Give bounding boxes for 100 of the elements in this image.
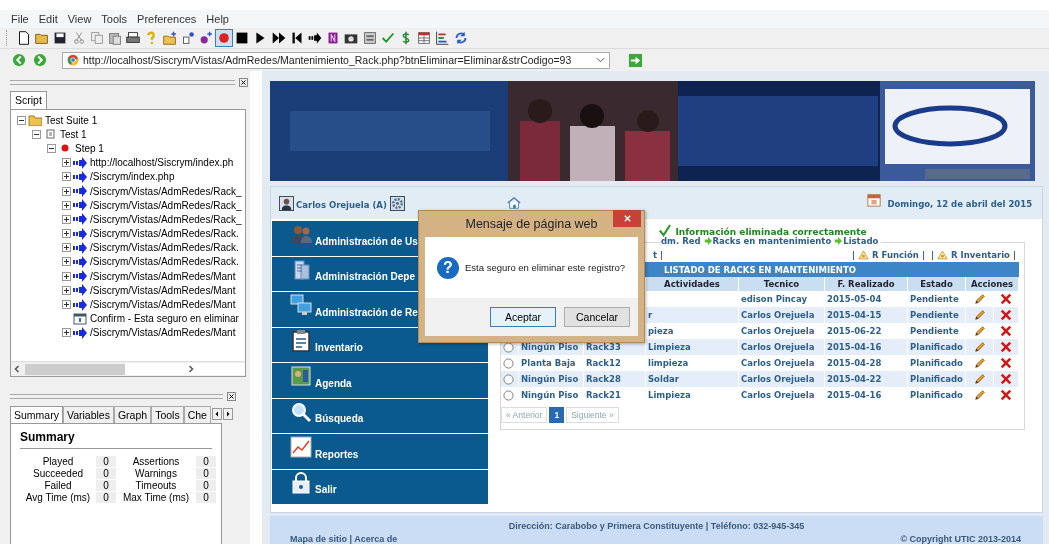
caret-icon[interactable] [596,57,605,63]
close-icon[interactable] [239,77,248,87]
table-cell: 2015-06-22 [827,326,882,336]
breadcrumb-link[interactable]: Listado [843,236,879,246]
report-link[interactable]: t | [653,250,664,260]
breadcrumb-link[interactable]: dm. Red [661,236,701,246]
pencil-icon[interactable] [973,309,986,321]
scroll-left-icon[interactable] [211,408,222,420]
pencil-icon[interactable] [973,325,986,337]
gear-icon[interactable] [389,195,405,211]
tree-item[interactable]: /Siscrym/Vistas/AdmRedes/Rack. [90,256,239,268]
stat-label: Failed [43,480,73,491]
copyright-text: © Copyright UTIC 2013-2014 [900,534,1022,544]
collapse-icon[interactable] [32,129,41,139]
pencil-icon[interactable] [973,341,986,353]
delete-icon[interactable] [1000,293,1012,305]
back-icon[interactable] [12,53,26,67]
tree-item[interactable]: Test Suite 1 [45,114,98,126]
radio-button[interactable] [503,389,514,401]
tree-item[interactable]: /Siscrym/Vistas/AdmRedes/Rack. [90,228,239,240]
nav-menu-item[interactable]: Búsqueda [272,398,488,433]
tree-item[interactable]: http://localhost/Siscrym/index.ph [90,157,234,169]
delete-icon[interactable] [1000,325,1012,337]
close-icon[interactable] [227,391,236,401]
delete-icon[interactable] [1000,357,1012,369]
go-icon[interactable] [628,52,643,68]
nav-menu-item[interactable]: Reportes [272,434,488,469]
tree-item[interactable]: /Siscrym/Vistas/AdmRedes/Rack_ [90,199,242,211]
expand-icon[interactable] [62,229,71,239]
footer-links[interactable]: Mapa de sitio | Acerca de [290,534,398,544]
panel-tab[interactable]: Variables [62,406,114,423]
user-icon [279,195,294,211]
expand-icon[interactable] [62,328,71,338]
pencil-icon[interactable] [973,293,986,305]
delete-icon[interactable] [1000,309,1012,321]
arrow-icon [73,227,87,240]
dialog-button[interactable]: Aceptar [490,307,556,327]
breadcrumb-link[interactable]: Racks en mantenimiento [712,236,832,246]
expand-icon[interactable] [62,172,71,182]
delete-icon[interactable] [1000,341,1012,353]
pencil-icon[interactable] [973,373,986,385]
close-button[interactable] [613,210,641,227]
expand-icon[interactable] [62,200,71,210]
home-icon[interactable] [506,196,521,210]
menu-item[interactable]: File [11,13,29,25]
table-cell: edison Pincay [741,294,807,304]
expand-icon[interactable] [62,285,71,295]
collapse-icon[interactable] [17,115,26,125]
url-field[interactable]: http://localhost/Siscrym/Vistas/AdmRedes/Mantenimiento_Rack.php?btnEliminar=Eliminar&strCodigo=93 [62,51,610,69]
pencil-icon[interactable] [973,357,986,369]
tree-item[interactable]: Test 1 [60,128,87,140]
dialog-button[interactable]: Cancelar [564,307,630,327]
expand-icon[interactable] [62,300,71,310]
script-tab[interactable]: Script [10,91,47,109]
panel-tab[interactable]: Graph [113,406,152,423]
delete-icon[interactable] [1000,389,1012,401]
user-name[interactable]: Carlos Orejuela (A) [296,200,387,210]
menu-item[interactable]: Preferences [137,13,197,25]
menu-item[interactable]: Help [206,13,229,25]
page-number[interactable]: 1 [549,407,565,423]
pencil-icon[interactable] [973,389,986,401]
expand-icon[interactable] [62,257,71,267]
radio-button[interactable] [503,357,514,369]
panel-tab[interactable]: Tools [151,406,184,423]
tree-item[interactable]: /Siscrym/Vistas/AdmRedes/Mant [90,284,236,296]
tree-item[interactable]: /Siscrym/Vistas/AdmRedes/Mant [90,270,236,282]
expand-icon[interactable] [62,214,71,224]
tree-item[interactable]: /Siscrym/Vistas/AdmRedes/Rack. [90,242,239,254]
record-icon[interactable] [215,29,234,47]
tree-item[interactable]: /Siscrym/index.php [90,171,175,183]
expand-icon[interactable] [62,186,71,196]
panel-tab[interactable]: Che [183,406,211,423]
tree-item[interactable]: Confirm - Esta seguro en eliminar [90,313,239,325]
browser-icon [67,54,79,66]
panel-tab[interactable]: Summary [10,406,63,423]
tree-item[interactable]: Step 1 [75,142,104,154]
folder-add-icon[interactable] [160,29,179,47]
column-header: Acciones [966,277,1020,291]
nav-menu-item[interactable]: Salir [272,469,488,504]
report-link[interactable]: R Función [872,250,919,260]
scroll-right-icon[interactable] [222,408,233,420]
tree-item[interactable]: /Siscrym/Vistas/AdmRedes/Mant [90,299,236,311]
forward-icon[interactable] [33,53,47,67]
expand-icon[interactable] [62,243,71,253]
tree-item[interactable]: /Siscrym/Vistas/AdmRedes/Mant [90,327,236,339]
stat-value: 0 [196,492,216,503]
menu-item[interactable]: Tools [101,13,128,25]
menu-item[interactable]: Edit [38,13,58,25]
tree-item[interactable]: /Siscrym/Vistas/AdmRedes/Rack_ [90,185,242,197]
expand-icon[interactable] [62,271,71,281]
report-link[interactable]: R Inventario [951,250,1010,260]
menu-item[interactable]: View [67,13,92,25]
radio-button[interactable] [503,373,514,385]
nav-menu-item[interactable]: Agenda [272,363,488,398]
collapse-icon[interactable] [47,143,56,153]
radio-button[interactable] [503,341,514,353]
tree-item[interactable]: /Siscrym/Vistas/AdmRedes/Rack_ [90,213,242,225]
expand-icon[interactable] [62,158,71,168]
table-cell: 2015-04-15 [827,310,882,320]
delete-icon[interactable] [1000,373,1012,385]
